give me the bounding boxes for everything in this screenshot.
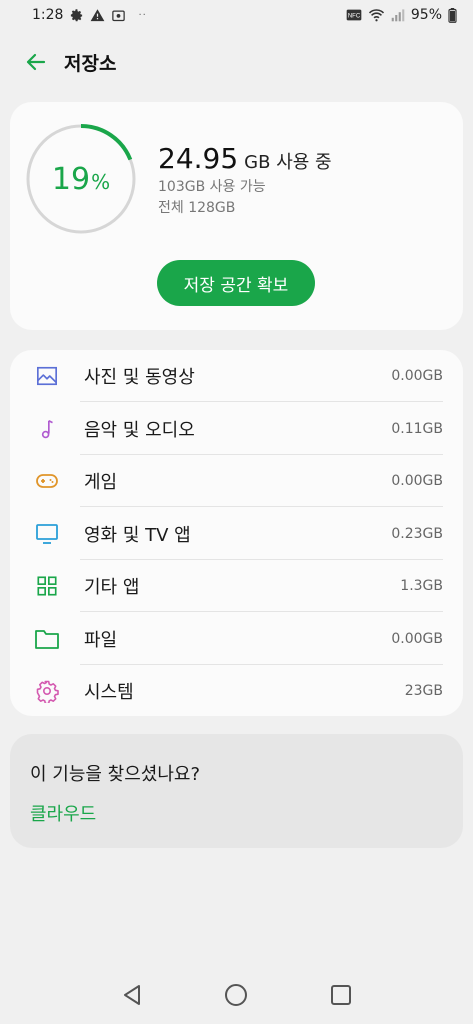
signal-icon (391, 8, 405, 22)
navigation-bar (0, 966, 473, 1024)
used-row: 24.95 GB 사용 중 (158, 142, 332, 175)
music-note-icon (34, 416, 60, 442)
recents-square-icon (330, 985, 351, 1005)
screenshot-icon (111, 8, 126, 23)
used-unit: GB 사용 중 (244, 152, 332, 173)
gear-icon (34, 678, 60, 704)
nfc-icon: NFC (346, 8, 362, 22)
folder-icon (34, 626, 60, 652)
suggestion-title: 이 기능을 찾으셨나요? (30, 764, 201, 785)
nav-home-button[interactable] (216, 975, 256, 1015)
home-circle-icon (225, 984, 248, 1006)
category-row-gamepad[interactable]: 게임 0.00GB (10, 455, 463, 507)
total-space: 전체 128GB (158, 200, 236, 216)
battery-percent: 95% (410, 7, 442, 23)
suggestion-card: 이 기능을 찾으셨나요? 클라우드 (10, 734, 463, 848)
back-arrow-icon (26, 53, 46, 71)
back-triangle-icon (124, 985, 141, 1005)
usage-percent: 19% (26, 124, 136, 234)
gear-icon (69, 8, 84, 23)
category-row-gear[interactable]: 시스템 23GB (10, 665, 463, 717)
status-left: 1:28 ·· (32, 7, 147, 23)
apps-grid-icon (34, 573, 60, 599)
category-size: 23GB (404, 683, 443, 699)
wifi-icon (368, 8, 385, 22)
app-bar: 저장소 (0, 38, 473, 86)
back-button[interactable] (22, 48, 50, 76)
usage-percent-sign: % (91, 170, 111, 194)
category-size: 0.23GB (391, 525, 443, 542)
status-time: 1:28 (32, 7, 64, 23)
status-dots: ·· (138, 9, 147, 21)
photo-icon (34, 363, 60, 389)
category-row-apps-grid[interactable]: 기타 앱 1.3GB (10, 560, 463, 612)
category-label: 게임 (84, 472, 118, 493)
category-label: 기타 앱 (84, 577, 140, 598)
category-row-tv[interactable]: 영화 및 TV 앱 0.23GB (10, 508, 463, 560)
warning-icon (90, 8, 105, 23)
nav-recents-button[interactable] (321, 975, 361, 1015)
nav-back-button[interactable] (112, 975, 152, 1015)
category-label: 시스템 (84, 682, 134, 703)
tv-icon (34, 521, 60, 547)
storage-summary-card: 19% 24.95 GB 사용 중 103GB 사용 가능 전체 128GB 저… (10, 102, 463, 330)
battery-icon (448, 7, 457, 23)
used-value: 24.95 (158, 142, 239, 175)
status-bar: 1:28 ·· NFC 95% (0, 0, 473, 30)
status-right: NFC 95% (346, 7, 457, 23)
cloud-link[interactable]: 클라우드 (30, 800, 96, 826)
free-up-space-button[interactable]: 저장 공간 확보 (157, 260, 315, 306)
category-label: 영화 및 TV 앱 (84, 524, 191, 546)
category-label: 사진 및 동영상 (84, 367, 195, 388)
category-size: 0.00GB (391, 630, 443, 647)
category-row-photo[interactable]: 사진 및 동영상 0.00GB (10, 350, 463, 402)
category-size: 0.00GB (391, 473, 443, 489)
category-label: 음악 및 오디오 (84, 419, 195, 441)
category-size: 0.11GB (391, 420, 443, 437)
category-row-folder[interactable]: 파일 0.00GB (10, 613, 463, 665)
usage-percent-value: 19 (51, 161, 91, 197)
gamepad-icon (34, 468, 60, 494)
category-list: 사진 및 동영상 0.00GB 음악 및 오디오 0.11GB 게임 0.00GB 영화 및… (10, 350, 463, 716)
category-size: 0.00GB (391, 368, 443, 384)
page-title: 저장소 (64, 52, 117, 75)
svg-text:NFC: NFC (348, 14, 361, 20)
category-row-music-note[interactable]: 음악 및 오디오 0.11GB (10, 403, 463, 455)
category-size: 1.3GB (400, 578, 443, 594)
available-space: 103GB 사용 가능 (158, 179, 266, 195)
category-label: 파일 (84, 629, 118, 651)
